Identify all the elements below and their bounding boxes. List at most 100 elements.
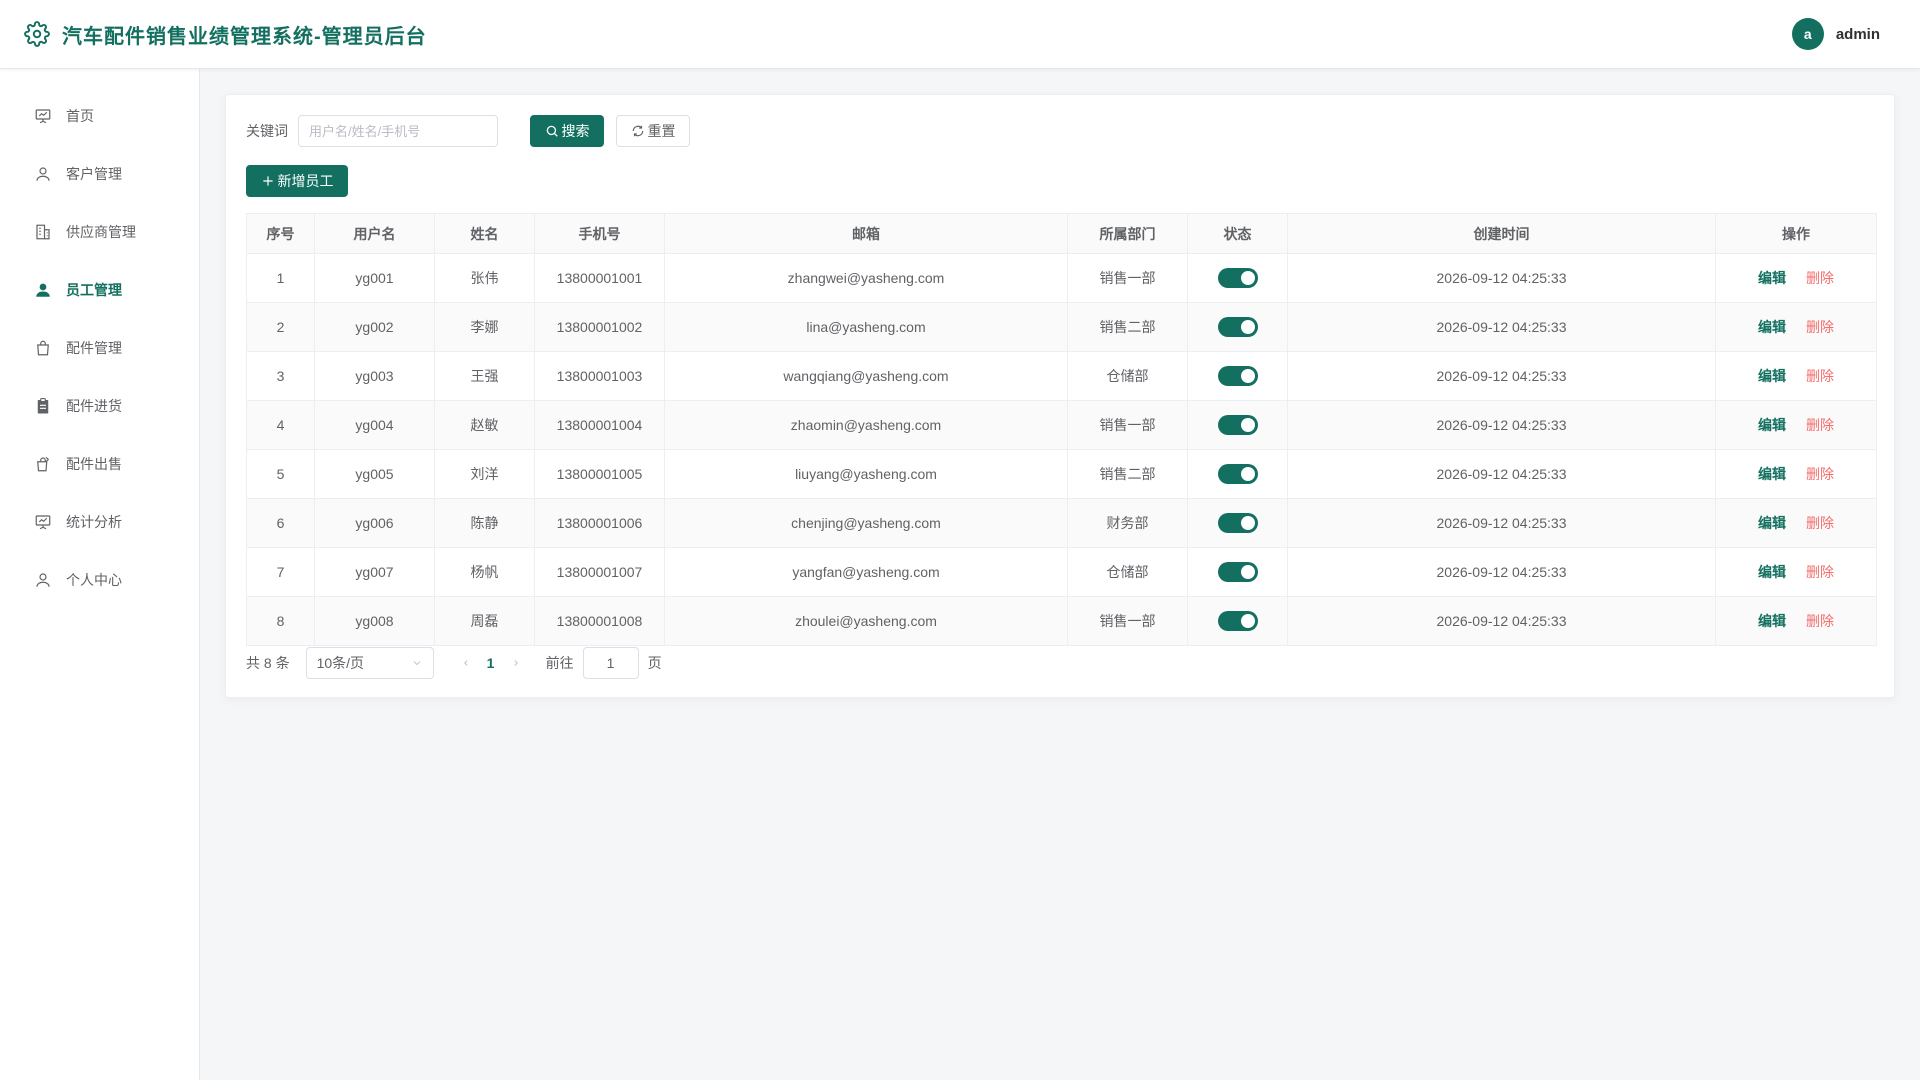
- cell-created: 2026-09-12 04:25:33: [1287, 498, 1716, 548]
- search-button[interactable]: 搜索: [530, 115, 604, 147]
- brand: 汽车配件销售业绩管理系统-管理员后台: [24, 20, 427, 49]
- page-suffix: 页: [647, 655, 662, 671]
- refresh-icon: [632, 125, 643, 137]
- cell-phone: 13800001006: [534, 498, 665, 548]
- cell-actions: 编辑 删除: [1715, 498, 1877, 548]
- delete-link[interactable]: 删除: [1806, 319, 1834, 335]
- delete-link[interactable]: 删除: [1806, 613, 1834, 629]
- cell-name: 陈静: [434, 498, 535, 548]
- cell-status: [1187, 351, 1288, 401]
- edit-link[interactable]: 编辑: [1758, 466, 1786, 482]
- status-switch[interactable]: [1217, 415, 1258, 435]
- sidebar-item-sales[interactable]: 配件出售: [0, 435, 199, 493]
- table-row: 6 yg006 陈静 13800001006 chenjing@yasheng.…: [246, 498, 1877, 548]
- cell-phone: 13800001008: [534, 596, 665, 646]
- top-header: 汽车配件销售业绩管理系统-管理员后台 a admin: [0, 0, 1920, 69]
- column-header: 所属部门: [1067, 213, 1188, 254]
- cell-username: yg007: [314, 547, 435, 597]
- edit-link[interactable]: 编辑: [1758, 368, 1786, 384]
- plus-icon: [262, 176, 273, 186]
- cell-username: yg006: [314, 498, 435, 548]
- user-menu[interactable]: a admin: [1791, 18, 1880, 50]
- next-page-button[interactable]: [506, 647, 526, 679]
- cell-actions: 编辑 删除: [1715, 400, 1877, 450]
- cell-no: 2: [246, 302, 315, 352]
- goto-page-input[interactable]: [582, 647, 639, 679]
- cell-status: [1187, 400, 1288, 450]
- sidebar-item-customers[interactable]: 客户管理: [0, 145, 199, 203]
- prev-page-button[interactable]: [456, 647, 476, 679]
- sidebar: 首页 客户管理 供应商管理 员工管理 配件管理 配件进货 配件出售 统计分析 个…: [0, 69, 200, 1080]
- table-row: 5 yg005 刘洋 13800001005 liuyang@yasheng.c…: [246, 449, 1877, 499]
- cell-no: 4: [246, 400, 315, 450]
- switch-knob: [1240, 614, 1255, 628]
- cell-phone: 13800001005: [534, 449, 665, 499]
- add-employee-button[interactable]: 新增员工: [246, 165, 348, 197]
- table-row: 1 yg001 张伟 13800001001 zhangwei@yasheng.…: [246, 253, 1877, 303]
- status-switch[interactable]: [1217, 464, 1258, 484]
- status-switch[interactable]: [1217, 611, 1258, 631]
- keyword-label: 关键词: [246, 123, 288, 139]
- sidebar-item-label: 配件进货: [66, 398, 122, 414]
- status-switch[interactable]: [1217, 268, 1258, 288]
- column-header: 创建时间: [1287, 213, 1716, 254]
- sidebar-item-home[interactable]: 首页: [0, 87, 199, 145]
- edit-link[interactable]: 编辑: [1758, 417, 1786, 433]
- employee-table: 序号 用户名 姓名 手机号 邮箱 所属部门 状态 创建时间 操作 1 yg001…: [246, 213, 1877, 646]
- reset-button[interactable]: 重置: [616, 115, 690, 147]
- avatar[interactable]: a: [1791, 18, 1824, 50]
- sidebar-item-statistics[interactable]: 统计分析: [0, 493, 199, 551]
- sidebar-item-label: 首页: [66, 108, 94, 124]
- delete-link[interactable]: 删除: [1806, 515, 1834, 531]
- sidebar-item-purchase[interactable]: 配件进货: [0, 377, 199, 435]
- cell-dept: 仓储部: [1067, 547, 1188, 597]
- delete-link[interactable]: 删除: [1806, 564, 1834, 580]
- page-number[interactable]: 1: [476, 655, 506, 671]
- status-switch[interactable]: [1217, 317, 1258, 337]
- switch-knob: [1240, 418, 1255, 432]
- total-count: 共 8 条: [246, 655, 290, 671]
- status-switch[interactable]: [1217, 366, 1258, 386]
- cell-created: 2026-09-12 04:25:33: [1287, 449, 1716, 499]
- edit-link[interactable]: 编辑: [1758, 270, 1786, 286]
- cell-no: 7: [246, 547, 315, 597]
- cell-name: 赵敏: [434, 400, 535, 450]
- page-size-select[interactable]: 10条/页: [305, 647, 434, 679]
- delete-link[interactable]: 删除: [1806, 466, 1834, 482]
- switch-knob: [1240, 369, 1255, 383]
- cell-no: 8: [246, 596, 315, 646]
- edit-link[interactable]: 编辑: [1758, 613, 1786, 629]
- cell-created: 2026-09-12 04:25:33: [1287, 547, 1716, 597]
- cell-no: 5: [246, 449, 315, 499]
- edit-link[interactable]: 编辑: [1758, 515, 1786, 531]
- delete-link[interactable]: 删除: [1806, 270, 1834, 286]
- username[interactable]: admin: [1836, 26, 1880, 43]
- cell-name: 王强: [434, 351, 535, 401]
- sidebar-item-label: 统计分析: [66, 514, 122, 530]
- shopping-bag-icon: [37, 340, 49, 356]
- status-switch[interactable]: [1217, 513, 1258, 533]
- column-header: 操作: [1715, 213, 1877, 254]
- cell-email: chenjing@yasheng.com: [664, 498, 1068, 548]
- cell-no: 3: [246, 351, 315, 401]
- cell-name: 周磊: [434, 596, 535, 646]
- delete-link[interactable]: 删除: [1806, 417, 1834, 433]
- sidebar-item-parts[interactable]: 配件管理: [0, 319, 199, 377]
- edit-link[interactable]: 编辑: [1758, 319, 1786, 335]
- status-switch[interactable]: [1217, 562, 1258, 582]
- user-filled-icon: [36, 283, 50, 297]
- switch-knob: [1240, 467, 1255, 481]
- table-row: 3 yg003 王强 13800001003 wangqiang@yasheng…: [246, 351, 1877, 401]
- cell-dept: 仓储部: [1067, 351, 1188, 401]
- cell-status: [1187, 596, 1288, 646]
- sidebar-item-label: 员工管理: [66, 282, 122, 298]
- edit-link[interactable]: 编辑: [1758, 564, 1786, 580]
- sidebar-item-suppliers[interactable]: 供应商管理: [0, 203, 199, 261]
- delete-link[interactable]: 删除: [1806, 368, 1834, 384]
- cell-email: zhangwei@yasheng.com: [664, 253, 1068, 303]
- sidebar-item-employees[interactable]: 员工管理: [0, 261, 199, 319]
- search-input[interactable]: [298, 115, 498, 147]
- switch-knob: [1240, 516, 1255, 530]
- column-header: 手机号: [534, 213, 665, 254]
- sidebar-item-profile[interactable]: 个人中心: [0, 551, 199, 609]
